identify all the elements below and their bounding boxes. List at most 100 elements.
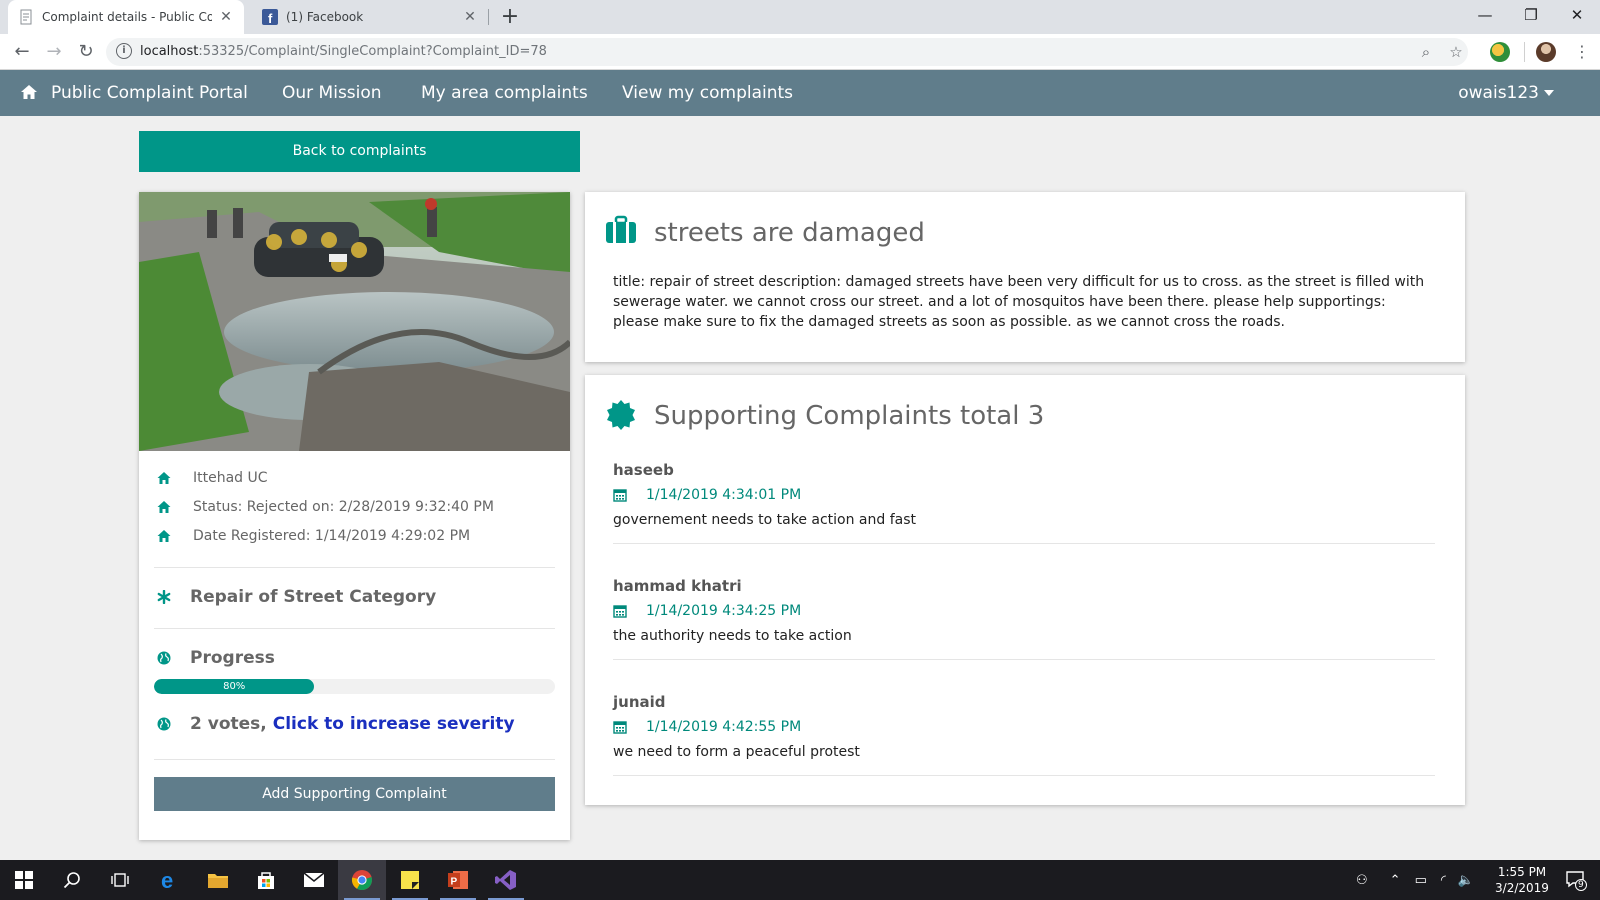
system-tray: ⚇ ⌃ ▭ ◜ 🔈	[1356, 860, 1474, 900]
folder-icon	[208, 874, 228, 888]
new-tab-button[interactable]: +	[498, 4, 522, 30]
taskbar-sticky-notes[interactable]	[386, 860, 434, 900]
progress-bar: 80%	[154, 679, 555, 694]
globe-icon	[157, 651, 171, 665]
reload-icon[interactable]: ↻	[74, 40, 98, 64]
battery-icon[interactable]: ▭	[1415, 873, 1427, 888]
url-text[interactable]: localhost:53325/Complaint/SingleComplain…	[140, 44, 547, 59]
supporting-text: the authority needs to take action	[613, 628, 852, 644]
complaint-description: title: repair of street description: dam…	[613, 274, 1425, 330]
home-icon	[157, 501, 171, 513]
taskbar-file-explorer[interactable]	[194, 860, 242, 900]
supporter-name: hammad khatri	[613, 577, 742, 595]
supporting-complaints-card: Supporting Complaints total 3 haseeb 1/1…	[585, 375, 1465, 805]
status-text: Status: Rejected on: 2/28/2019 9:32:40 P…	[193, 499, 494, 515]
location-text: Ittehad UC	[193, 470, 268, 486]
forward-icon[interactable]: →	[42, 40, 66, 64]
supporting-title: Supporting Complaints total 3	[654, 401, 1045, 431]
caret-down-icon	[1544, 90, 1554, 96]
nav-view-my-complaints[interactable]: View my complaints	[622, 83, 793, 103]
divider	[154, 759, 555, 760]
progress-heading: Progress	[157, 648, 275, 668]
globe-icon	[157, 717, 171, 731]
close-tab-icon[interactable]: ✕	[218, 9, 234, 25]
clock-time: 1:55 PM	[1497, 865, 1547, 879]
supporting-date: 1/14/2019 4:34:01 PM	[646, 487, 802, 503]
location-row: Ittehad UC	[157, 470, 268, 486]
profile-avatar[interactable]	[1536, 42, 1556, 62]
add-supporting-complaint-button[interactable]: Add Supporting Complaint	[154, 777, 555, 811]
home-icon[interactable]	[20, 83, 38, 101]
visual-studio-icon	[495, 870, 516, 890]
taskbar-store[interactable]	[242, 860, 290, 900]
back-to-complaints-button[interactable]: Back to complaints	[139, 131, 580, 172]
divider	[613, 659, 1435, 660]
sticky-notes-icon	[401, 871, 419, 889]
menu-kebab-icon[interactable]: ⋮	[1570, 40, 1594, 64]
start-button[interactable]	[0, 860, 48, 900]
svg-text:P: P	[451, 877, 458, 888]
back-icon[interactable]: ←	[10, 40, 34, 64]
extension-icon[interactable]	[1490, 42, 1510, 62]
asterisk-icon	[157, 590, 171, 604]
close-tab-icon[interactable]: ✕	[462, 9, 478, 25]
svg-text:e: e	[161, 869, 173, 891]
username: owais123	[1458, 83, 1539, 103]
nav-my-area-complaints[interactable]: My area complaints	[421, 83, 588, 103]
supporting-date-row: 1/14/2019 4:34:25 PM	[613, 599, 1435, 623]
app-navbar: Public Complaint Portal Our Mission My a…	[0, 70, 1600, 116]
restore-button[interactable]: ❐	[1508, 0, 1554, 32]
taskbar-mail[interactable]	[290, 860, 338, 900]
taskbar-chrome[interactable]	[338, 860, 386, 900]
browser-tab-strip: Complaint details - Public Compl ✕ f (1)…	[0, 0, 1600, 34]
divider	[613, 775, 1435, 776]
complaint-summary-card: Ittehad UC Status: Rejected on: 2/28/201…	[139, 192, 570, 840]
supporting-item: junaid 1/14/2019 4:42:55 PM we need to f…	[613, 693, 1435, 776]
task-view-button[interactable]	[96, 860, 144, 900]
date-registered-row: Date Registered: 1/14/2019 4:29:02 PM	[157, 528, 470, 544]
bookmark-star-icon[interactable]: ☆	[1446, 42, 1466, 62]
supporting-text: governement needs to take action and fas…	[613, 512, 917, 528]
volume-muted-icon[interactable]: 🔈	[1458, 873, 1474, 888]
search-button[interactable]	[48, 860, 96, 900]
tab-separator	[488, 9, 489, 25]
powerpoint-icon: P	[448, 871, 468, 889]
tab-facebook[interactable]: f (1) Facebook ✕	[252, 0, 488, 34]
brand-link[interactable]: Public Complaint Portal	[51, 83, 248, 103]
zoom-icon[interactable]: ⌕	[1416, 42, 1436, 62]
close-window-button[interactable]: ✕	[1554, 0, 1600, 32]
document-icon	[20, 9, 32, 25]
category-heading: Repair of Street Category	[157, 587, 436, 607]
people-icon[interactable]: ⚇	[1356, 873, 1368, 888]
mail-icon	[303, 872, 325, 887]
supporting-text: we need to form a peaceful protest	[613, 744, 860, 760]
wifi-icon[interactable]: ◜	[1441, 873, 1446, 888]
tab-complaint-details[interactable]: Complaint details - Public Compl ✕	[8, 0, 244, 34]
taskbar-clock[interactable]: 1:55 PM 3/2/2019	[1492, 864, 1552, 896]
nav-our-mission[interactable]: Our Mission	[282, 83, 382, 103]
votes-row: 2 votes, Click to increase severity	[157, 714, 515, 734]
status-row: Status: Rejected on: 2/28/2019 9:32:40 P…	[157, 499, 494, 515]
complaint-title: streets are damaged	[654, 218, 925, 248]
toolbar-divider	[1524, 42, 1525, 62]
address-bar[interactable]: i localhost:53325/Complaint/SingleCompla…	[106, 38, 1468, 66]
taskbar-powerpoint[interactable]: P	[434, 860, 482, 900]
action-center-button[interactable]: 9	[1552, 860, 1600, 900]
category-text: Repair of Street Category	[190, 587, 437, 607]
taskbar-visual-studio[interactable]	[482, 860, 530, 900]
site-info-icon[interactable]: i	[116, 43, 132, 59]
minimize-button[interactable]: —	[1462, 0, 1508, 32]
taskbar-edge[interactable]: e	[146, 860, 194, 900]
supporter-name: haseeb	[613, 461, 674, 479]
increase-severity-link[interactable]: Click to increase severity	[273, 714, 515, 734]
windows-taskbar: e P ⚇ ⌃ ▭ ◜ 🔈 1:55 PM 3/2/2019 9	[0, 860, 1600, 900]
tab-title: Complaint details - Public Compl	[42, 10, 212, 24]
supporting-date: 1/14/2019 4:34:25 PM	[646, 603, 802, 619]
calendar-icon	[613, 605, 627, 618]
supporting-item: haseeb 1/14/2019 4:34:01 PM governement …	[613, 461, 1435, 544]
chevron-up-icon[interactable]: ⌃	[1390, 873, 1401, 888]
edge-icon: e	[161, 869, 173, 891]
facebook-icon: f	[262, 9, 278, 25]
certificate-badge-icon	[607, 400, 635, 430]
user-menu[interactable]: owais123	[1458, 83, 1554, 103]
